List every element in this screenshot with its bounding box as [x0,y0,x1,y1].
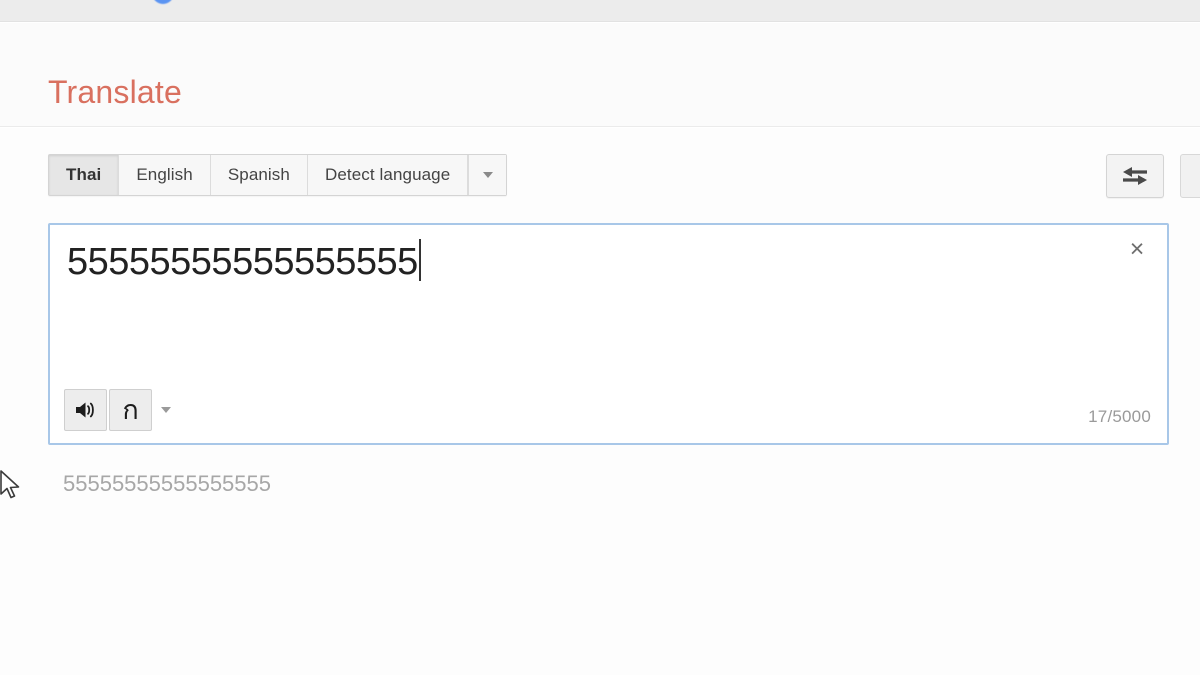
source-language-bar: Thai English Spanish Detect language [48,154,508,196]
source-text-value: 55555555555555555 [67,241,418,283]
language-dropdown-button[interactable] [468,155,507,195]
thai-keyboard-icon: ก [122,394,139,426]
target-language-bar-partial[interactable] [1180,154,1200,198]
character-counter: 17/5000 [1088,407,1151,426]
browser-top-bar [0,0,1200,22]
language-tab-detect-language[interactable]: Detect language [307,155,469,195]
language-tab-label: Detect language [324,165,451,184]
page-title: Translate [48,74,183,110]
language-tab-english[interactable]: English [119,155,211,195]
text-caret [418,239,421,281]
keyboard-options-chevron-down-icon[interactable] [161,407,171,413]
language-tab-label: Spanish [227,165,290,184]
source-text-panel[interactable]: 55555555555555555 × ก 17/5000 [48,223,1169,445]
listen-source-button[interactable] [64,389,107,431]
main-content: Thai English Spanish Detect language 555… [0,128,1200,675]
language-tab-label: English [136,165,193,184]
language-tab-thai[interactable]: Thai [49,155,120,195]
source-tools: ก [64,389,171,431]
chevron-down-icon [482,172,493,178]
thai-keyboard-button[interactable]: ก [109,389,152,431]
translation-result-text: 55555555555555555 [63,471,272,496]
speaker-icon [75,402,94,418]
language-tab-spanish[interactable]: Spanish [210,155,308,195]
tab-accent-indicator [152,0,174,4]
swap-languages-button[interactable] [1106,154,1164,198]
language-tab-label: Thai [66,165,102,184]
page-header: Translate [0,23,1200,127]
clear-source-text-button[interactable]: × [1123,235,1151,263]
swap-horizontal-arrows-icon [1123,167,1147,185]
close-icon: × [1129,234,1145,263]
source-text-input-value[interactable]: 55555555555555555 [67,237,1097,287]
